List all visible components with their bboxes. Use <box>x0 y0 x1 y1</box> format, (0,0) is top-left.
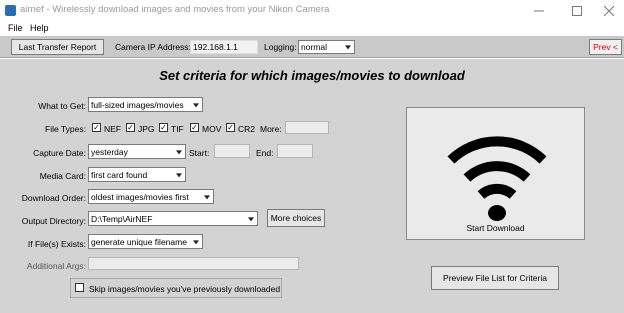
logging-value: normal <box>301 42 327 52</box>
nef-checkbox[interactable]: ✓ <box>92 123 101 132</box>
maximize-icon <box>572 5 582 16</box>
output-directory-select[interactable]: D:\Temp\AirNEF <box>88 211 258 226</box>
cr2-label: CR2 <box>238 124 256 134</box>
mov-checkbox[interactable]: ✓ <box>190 123 199 132</box>
maximize-button[interactable] <box>560 0 594 21</box>
capture-date-select[interactable]: yesterday <box>88 144 186 159</box>
preview-file-list-button[interactable]: Preview File List for Criteria <box>431 266 559 290</box>
title-bar: airnef - Wirelessly download images and … <box>0 0 624 21</box>
skip-checkbox[interactable] <box>75 283 84 292</box>
jpg-label: JPG <box>138 124 155 134</box>
close-button[interactable] <box>592 0 624 21</box>
chevron-down-icon <box>193 102 199 107</box>
chevron-down-icon <box>204 194 210 199</box>
mov-label: MOV <box>202 124 222 134</box>
what-to-get-label: What to Get: <box>38 101 86 111</box>
what-to-get-value: full-sized images/movies <box>91 99 184 110</box>
page-heading: Set criteria for which images/movies to … <box>159 68 465 83</box>
more-choices-button[interactable]: More choices <box>267 209 325 227</box>
end-date-field[interactable] <box>277 144 313 158</box>
chevron-down-icon <box>193 239 199 244</box>
camera-ip-label: Camera IP Address: <box>115 42 191 52</box>
minimize-icon <box>534 10 544 11</box>
output-directory-value: D:\Temp\AirNEF <box>91 213 153 224</box>
minimize-button[interactable] <box>522 0 556 21</box>
download-order-select[interactable]: oldest images/movies first <box>88 189 214 204</box>
chevron-down-icon <box>176 172 182 177</box>
media-card-value: first card found <box>91 169 148 180</box>
logging-select[interactable]: normal <box>298 40 355 54</box>
tif-checkbox[interactable]: ✓ <box>159 123 168 132</box>
chevron-down-icon <box>345 45 351 50</box>
chevron-down-icon <box>248 216 254 221</box>
cr2-checkbox[interactable]: ✓ <box>226 123 235 132</box>
additional-args-label: Additional Args: <box>26 261 86 271</box>
menu-bar: File Help <box>0 21 624 36</box>
camera-ip-field[interactable]: 192.168.1.1 <box>190 40 258 54</box>
window-title: airnef - Wirelessly download images and … <box>20 4 330 15</box>
start-download-label: Start Download <box>466 223 525 233</box>
media-card-select[interactable]: first card found <box>88 167 186 182</box>
app-icon <box>5 5 16 16</box>
tif-label: TIF <box>171 124 184 134</box>
output-directory-label: Output Directory: <box>21 216 86 226</box>
menu-file[interactable]: File <box>8 23 23 33</box>
if-exists-value: generate unique filename <box>91 236 187 247</box>
toolbar: Last Transfer Report Camera IP Address: … <box>0 36 624 58</box>
skip-label: Skip images/movies you've previously dow… <box>89 284 281 294</box>
nef-label: NEF <box>104 124 121 134</box>
start-date-field[interactable] <box>214 144 250 158</box>
wifi-icon <box>447 136 547 221</box>
prev-button[interactable]: Prev < <box>589 39 622 55</box>
download-order-label: Download Order: <box>21 193 86 203</box>
jpg-checkbox[interactable]: ✓ <box>126 123 135 132</box>
download-order-value: oldest images/movies first <box>91 191 189 202</box>
logging-label: Logging: <box>264 42 297 52</box>
if-exists-label: If File(s) Exists: <box>27 239 86 249</box>
capture-date-value: yesterday <box>91 146 128 157</box>
capture-date-label: Capture Date: <box>33 148 86 158</box>
additional-args-field[interactable] <box>88 257 299 270</box>
last-transfer-report-button[interactable]: Last Transfer Report <box>11 39 104 55</box>
menu-help[interactable]: Help <box>30 23 49 33</box>
start-label: Start: <box>189 148 210 158</box>
more-label: More: <box>260 124 282 134</box>
what-to-get-select[interactable]: full-sized images/movies <box>88 97 203 112</box>
if-exists-select[interactable]: generate unique filename <box>88 234 203 249</box>
start-download-button[interactable]: Start Download <box>406 107 585 240</box>
end-label: End: <box>256 148 274 158</box>
chevron-down-icon <box>176 149 182 154</box>
media-card-label: Media Card: <box>39 171 86 181</box>
file-types-label: File Types: <box>45 124 86 134</box>
close-icon <box>604 5 614 16</box>
more-types-field[interactable] <box>285 121 329 134</box>
